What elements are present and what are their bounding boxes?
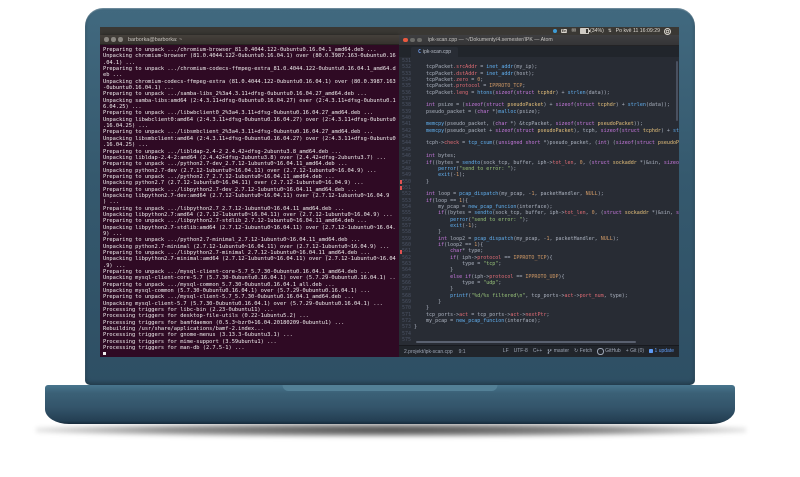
terminal-line: Preparing to unpack .../libpython2.7-std…	[103, 218, 367, 225]
laptop-base	[45, 385, 735, 424]
terminal-line: Preparing to unpack .../samba-libs_2%3a4…	[103, 91, 367, 98]
terminal-maximize-button[interactable]	[118, 37, 123, 42]
status-master[interactable]: master	[547, 348, 569, 354]
git-modified-marker	[399, 186, 402, 191]
terminal-close-button[interactable]	[104, 37, 109, 42]
terminal-minimize-button[interactable]	[111, 37, 116, 42]
terminal-titlebar[interactable]: barborka@barborka: ~	[100, 35, 399, 45]
tab-label: ipk-scan.cpp	[423, 49, 452, 55]
tab-ipk-scan-cpp[interactable]: C ipk-scan.cpp	[411, 47, 459, 57]
terminal-line: Unpacking libpython2.7-minimal:amd64 (2.…	[103, 256, 396, 263]
terminal-line: Unpacking python2.7-dev (2.7.12-1ubuntu0…	[103, 167, 377, 174]
line-number: 575	[401, 337, 411, 344]
status-fetch[interactable]: ↻ Fetch	[574, 348, 592, 354]
editor-code: 531 532 tcpPacket.srcAddr = inet_addr(my_…	[399, 58, 679, 343]
battery-indicator[interactable]: (34%)	[579, 27, 604, 35]
terminal-line: Preparing to unpack .../python2.7-minima…	[103, 237, 361, 244]
terminal-output[interactable]: Preparing to unpack .../chromium-browser…	[100, 45, 399, 355]
status-file-path[interactable]: 2.projekt/ipk-scan.cpp	[404, 349, 453, 355]
status-utf-8[interactable]: UTF-8	[514, 348, 528, 354]
terminal-line: Preparing to unpack .../libwbclient0_2%3…	[103, 110, 374, 117]
terminal-line: Unpacking mysql-client-core-5.7 (5.7.30-…	[103, 275, 396, 282]
code-line: 542 memcpy(pseudo_packet + sizeof(struct…	[399, 128, 679, 134]
desktop-screen: En ✉ (34%) ⇅ Po kvě 11 16:09:29 barborka@bar…	[100, 27, 679, 357]
atom-status-bar: 2.projekt/ipk-scan.cpp 9:1 LF UTF-8 C++ mas…	[399, 345, 679, 357]
laptop-shadow	[36, 423, 746, 437]
terminal-line: Unpacking chromium-browser (81.0.4044.12…	[103, 53, 396, 60]
status-github[interactable]: GitHub	[597, 348, 621, 355]
sync-arrows-icon[interactable]: ⇅	[608, 27, 612, 35]
atom-window-title: ipk-scan.cpp — ~/Dokumenty/4.semester/IP…	[428, 37, 553, 43]
terminal-cursor	[103, 351, 106, 355]
terminal-window: barborka@barborka: ~ Preparing to unpack…	[100, 35, 399, 357]
atom-titlebar[interactable]: ipk-scan.cpp — ~/Dokumenty/4.semester/IP…	[399, 35, 679, 46]
session-gear-icon[interactable]	[664, 27, 671, 35]
atom-maximize-button[interactable]	[417, 37, 422, 43]
status-cursor-position[interactable]: 9:1	[459, 349, 466, 355]
status-lf[interactable]: LF	[503, 348, 509, 354]
terminal-line: Unpacking python2.7 (2.7.12-1ubuntu0~16.…	[103, 180, 364, 187]
terminal-line: Unpacking libpython2.7-stdlib:amd64 (2.7…	[103, 224, 396, 231]
terminal-line: Preparing to unpack .../chromium-codecs-…	[103, 66, 396, 73]
vertical-scrollbar[interactable]	[676, 61, 678, 121]
terminal-title: barborka@barborka: ~	[128, 36, 183, 43]
git-modified-marker	[399, 249, 402, 254]
keyboard-layout-indicator[interactable]: En	[560, 28, 568, 34]
horizontal-scrollbar[interactable]	[416, 341, 636, 343]
status-git-0-[interactable]: + Git (0)	[626, 348, 644, 354]
terminal-line: Preparing to unpack .../libpython2.7-dev…	[103, 186, 358, 193]
atom-window: ipk-scan.cpp — ~/Dokumenty/4.semester/IP…	[399, 35, 679, 357]
laptop-mockup: En ✉ (34%) ⇅ Po kvě 11 16:09:29 barborka@bar…	[0, 0, 800, 477]
laptop-lid-groove	[282, 385, 498, 391]
status-1-update[interactable]: 1 update	[649, 348, 674, 354]
mail-icon[interactable]: ✉	[571, 27, 576, 35]
terminal-line: Preparing to unpack .../libsmbclient_2%3…	[103, 129, 374, 136]
cpp-file-icon: C	[418, 49, 422, 55]
atom-close-button[interactable]	[403, 37, 408, 43]
terminal-line: Unpacking libpython2.7-dev:amd64 (2.7.12…	[103, 192, 390, 199]
system-top-panel: En ✉ (34%) ⇅ Po kvě 11 16:09:29	[100, 27, 679, 35]
terminal-line: Unpacking samba-libs:amd64 (2:4.3.11+dfs…	[103, 97, 396, 104]
atom-minimize-button[interactable]	[410, 37, 415, 43]
app-indicator-icon[interactable]	[552, 29, 557, 33]
editor-pane[interactable]: 531 532 tcpPacket.srcAddr = inet_addr(my_…	[399, 57, 679, 345]
clock-label[interactable]: Po kvě 11 16:09:29	[616, 27, 660, 35]
status-c-[interactable]: C++	[533, 348, 542, 354]
git-modified-marker	[399, 179, 402, 184]
code-line: 544 tcph->check = tcp_csum((unsigned sho…	[399, 140, 679, 146]
atom-tab-bar: C ipk-scan.cpp	[399, 46, 679, 57]
